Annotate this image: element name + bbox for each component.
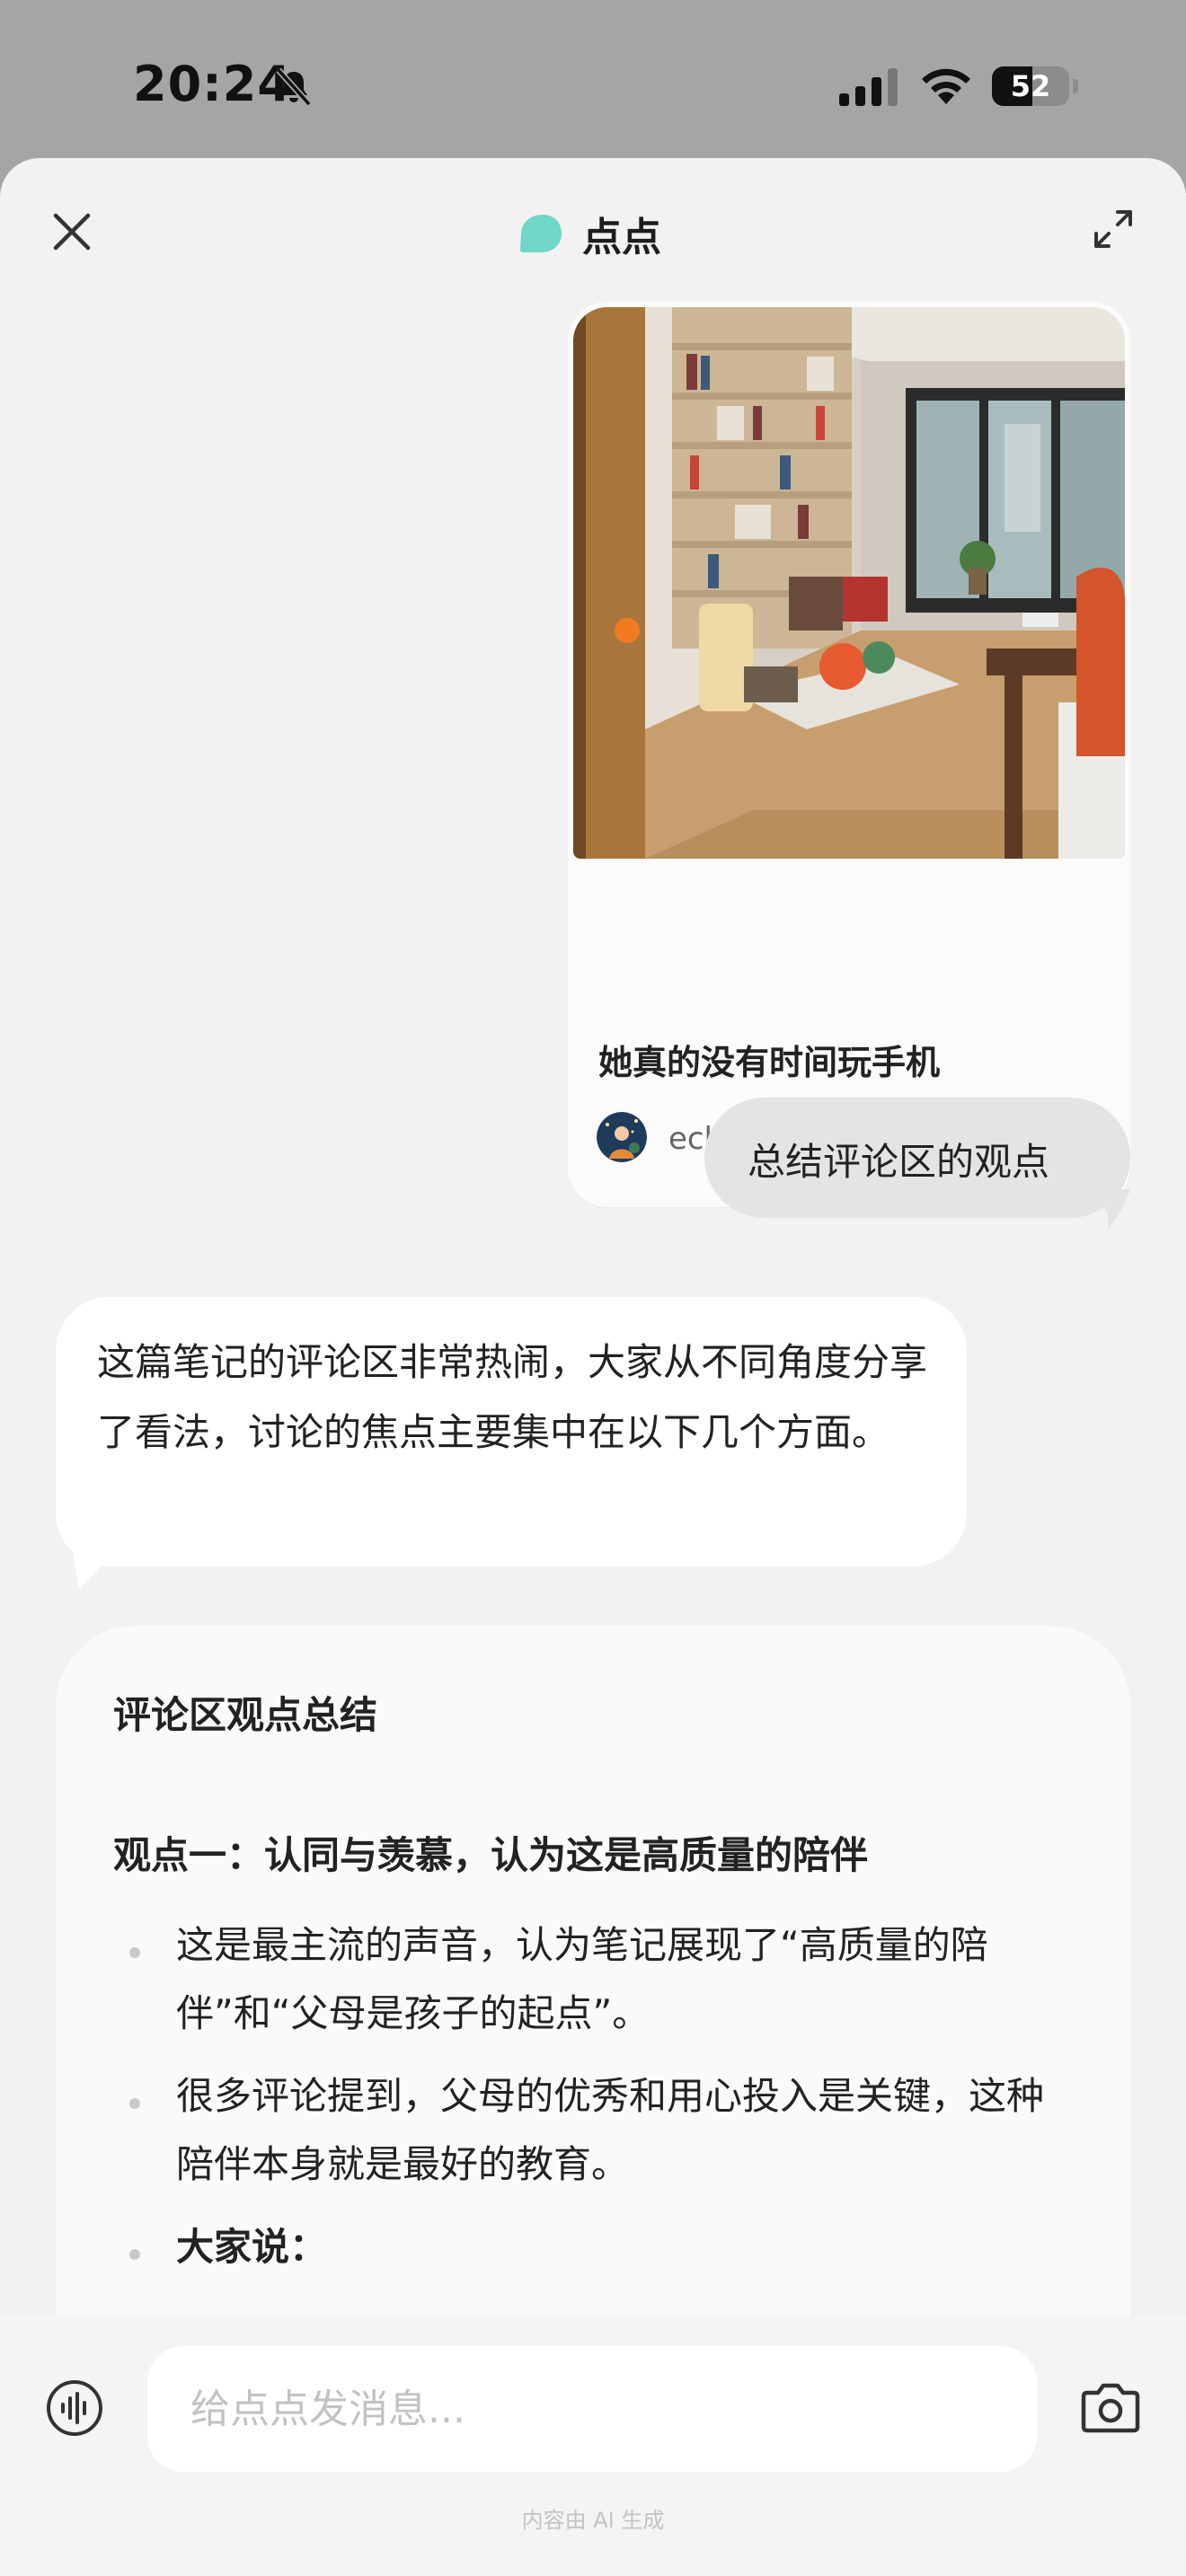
note-title: 她真的没有时间玩手机 [598, 1043, 941, 1082]
list-item: 很多评论提到，父母的优秀和用心投入是关键，这种陪伴本身就是最好的教育。 [176, 2074, 1045, 2186]
author-avatar [597, 1112, 647, 1162]
shared-note-card[interactable]: 她真的没有时间玩手机 echo [568, 302, 1130, 1207]
note-cover-image [573, 307, 1125, 859]
ai-bubble-tail [72, 1545, 126, 1590]
bullet-dot [129, 1947, 140, 1958]
expand-icon[interactable] [1091, 207, 1136, 251]
bullet-dot [129, 2249, 140, 2260]
camera-icon[interactable] [1080, 2378, 1141, 2436]
bell-slash-icon [276, 67, 312, 107]
wifi-icon [922, 68, 970, 104]
page-title: 点点 [582, 215, 661, 260]
voice-wave-icon[interactable] [45, 2378, 104, 2438]
cellular-signal-icon [839, 68, 898, 106]
message-input-bar: 内容由 AI 生成 [0, 2316, 1186, 2576]
ai-message-text: 这篇笔记的评论区非常热闹，大家从不同角度分享了看法，讨论的焦点主要集中在以下几个… [97, 1340, 928, 1454]
list-item: 大家说： [176, 2225, 328, 2269]
chat-sheet: 点点 她真的没有时间玩手机 echo 总结评论区的观点 这篇笔记的评论区非常热闹… [0, 158, 1186, 2576]
user-message-text: 总结评论区的观点 [748, 1140, 1050, 1184]
close-icon[interactable] [47, 207, 97, 257]
user-message-bubble: 总结评论区的观点 [704, 1098, 1130, 1218]
status-bar: 20:24 52 [0, 0, 1186, 162]
status-time: 20:24 [133, 56, 292, 112]
header: 点点 [519, 208, 661, 260]
user-bubble-tail [1085, 1189, 1130, 1231]
ai-message-bubble: 这篇笔记的评论区非常热闹，大家从不同角度分享了看法，讨论的焦点主要集中在以下几个… [56, 1297, 967, 1566]
message-input[interactable] [147, 2346, 1037, 2472]
battery-icon: 52 [992, 66, 1078, 106]
summary-title: 评论区观点总结 [113, 1693, 378, 1737]
bullet-dot [129, 2098, 140, 2109]
viewpoint-title: 观点一：认同与羡慕，认为这是高质量的陪伴 [113, 1833, 869, 1877]
list-item: 这是最主流的声音，认为笔记展现了“高质量的陪伴”和“父母是孩子的起点”。 [176, 1923, 988, 2035]
battery-percent: 52 [1010, 69, 1051, 103]
ai-disclaimer: 内容由 AI 生成 [521, 2508, 665, 2533]
dian-dian-logo-icon [520, 215, 562, 252]
